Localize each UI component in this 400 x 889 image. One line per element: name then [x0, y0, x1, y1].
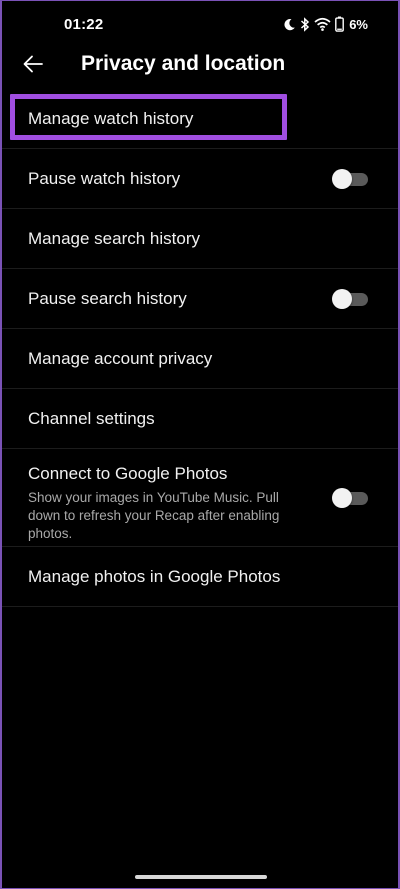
pause-watch-history-toggle[interactable] [332, 169, 368, 189]
setting-label: Pause watch history [28, 169, 181, 188]
setting-manage-photos-google-photos[interactable]: Manage photos in Google Photos [2, 547, 398, 607]
back-button[interactable] [16, 49, 50, 83]
settings-list: Manage watch history Pause watch history… [2, 89, 398, 607]
connect-google-photos-toggle[interactable] [332, 488, 368, 508]
screen: 01:22 6% Privacy and location Manage wat… [2, 1, 398, 888]
setting-manage-account-privacy[interactable]: Manage account privacy [2, 329, 398, 389]
app-bar: Privacy and location [2, 47, 398, 87]
setting-label: Manage search history [28, 229, 200, 248]
toggle-thumb [332, 289, 352, 309]
setting-pause-watch-history[interactable]: Pause watch history [2, 149, 398, 209]
status-icons: 6% [283, 14, 368, 34]
setting-label: Pause search history [28, 289, 187, 308]
pause-search-history-toggle[interactable] [332, 289, 368, 309]
status-bar: 01:22 6% [2, 1, 398, 47]
setting-channel-settings[interactable]: Channel settings [2, 389, 398, 449]
setting-label: Manage watch history [28, 109, 194, 128]
setting-label: Manage photos in Google Photos [28, 567, 281, 586]
gesture-nav-handle[interactable] [135, 875, 267, 879]
battery-percent: 6% [349, 16, 368, 32]
back-arrow-icon [22, 55, 44, 78]
battery-icon [335, 16, 345, 32]
toggle-thumb [332, 169, 352, 189]
moon-icon [283, 18, 296, 31]
setting-label: Manage account privacy [28, 349, 213, 368]
page-title: Privacy and location [81, 52, 286, 75]
setting-pause-search-history[interactable]: Pause search history [2, 269, 398, 329]
setting-connect-google-photos[interactable]: Connect to Google Photos Show your image… [2, 449, 398, 547]
bluetooth-icon [300, 16, 310, 32]
toggle-thumb [332, 488, 352, 508]
setting-manage-watch-history[interactable]: Manage watch history [2, 89, 398, 149]
setting-description: Show your images in YouTube Music. Pull … [28, 490, 280, 541]
wifi-icon [314, 17, 331, 31]
setting-manage-search-history[interactable]: Manage search history [2, 209, 398, 269]
setting-label: Channel settings [28, 409, 155, 428]
status-time: 01:22 [64, 16, 104, 33]
setting-label: Connect to Google Photos [28, 464, 228, 483]
